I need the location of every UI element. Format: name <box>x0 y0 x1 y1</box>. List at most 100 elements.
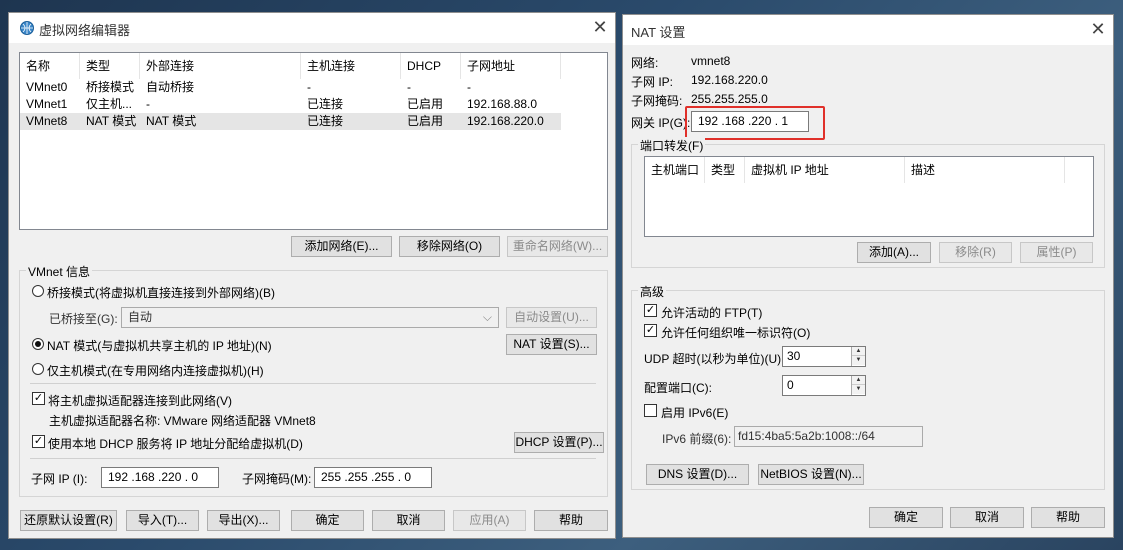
config-port-value: 0 <box>787 378 794 392</box>
config-port-input[interactable]: 0 ▲ ▼ <box>782 375 866 396</box>
cancel-button[interactable]: 取消 <box>950 507 1024 528</box>
window-title: 虚拟网络编辑器 <box>39 23 131 38</box>
table-row[interactable]: VMnet0 桥接模式 自动桥接 - - - <box>20 79 561 96</box>
cell-dhcp: 已启用 <box>407 97 444 111</box>
ipv6-prefix-input[interactable]: fd15:4ba5:5a2b:1008::/64 <box>734 426 923 447</box>
spin-up-icon[interactable]: ▲ <box>852 376 865 385</box>
column-header-name[interactable]: 名称 <box>20 53 80 79</box>
auto-settings-button[interactable]: 自动设置(U)... <box>506 307 597 328</box>
port-forwarding-group: 端口转发(F) 主机端口 类型 虚拟机 IP 地址 描述 添加(A)... 移除… <box>631 137 1105 268</box>
remove-port-button[interactable]: 移除(R) <box>939 242 1012 263</box>
column-header-vm-ip[interactable]: 虚拟机 IP 地址 <box>745 157 905 183</box>
network-label: 网络: <box>631 56 659 70</box>
table-header: 主机端口 类型 虚拟机 IP 地址 描述 <box>645 157 1093 183</box>
cell-external: 自动桥接 <box>146 80 195 94</box>
chevron-down-icon: ⌵ <box>482 310 492 324</box>
gateway-ip-label: 网关 IP(G): <box>631 116 691 130</box>
subnet-mask-input[interactable]: 255 .255 .255 . 0 <box>314 467 432 488</box>
subnet-mask-value: 255.255.255.0 <box>691 92 768 106</box>
port-forwarding-table[interactable]: 主机端口 类型 虚拟机 IP 地址 描述 <box>644 156 1094 237</box>
cancel-button[interactable]: 取消 <box>372 510 445 531</box>
subnet-ip-input[interactable]: 192 .168 .220 . 0 <box>101 467 219 488</box>
nat-mode-label[interactable]: NAT 模式(与虚拟机共享主机的 IP 地址)(N) <box>47 337 272 354</box>
any-oui-label[interactable]: 允许任何组织唯一标识符(O) <box>661 324 810 341</box>
remove-network-button[interactable]: 移除网络(O) <box>399 236 500 257</box>
dhcp-label[interactable]: 使用本地 DHCP 服务将 IP 地址分配给虚拟机(D) <box>48 435 303 452</box>
config-port-label: 配置端口(C): <box>644 381 712 395</box>
column-header-type[interactable]: 类型 <box>705 157 745 183</box>
table-row[interactable]: VMnet1 仅主机... - 已连接 已启用 192.168.88.0 <box>20 96 561 113</box>
connect-adapter-checkbox[interactable]: ✓ <box>32 392 45 405</box>
bridged-mode-label[interactable]: 桥接模式(将虚拟机直接连接到外部网络)(B) <box>47 284 275 301</box>
subnet-ip-label: 子网 IP (I): <box>31 472 88 486</box>
restore-defaults-button[interactable]: 还原默认设置(R) <box>20 510 117 531</box>
udp-timeout-label: UDP 超时(以秒为单位)(U): <box>644 352 785 366</box>
port-forwarding-title: 端口转发(F) <box>638 137 706 154</box>
udp-timeout-input[interactable]: 30 ▲ ▼ <box>782 346 866 367</box>
close-icon[interactable]: ✕ <box>587 15 613 39</box>
export-button[interactable]: 导出(X)... <box>207 510 280 531</box>
column-header-subnet[interactable]: 子网地址 <box>461 53 561 79</box>
spin-down-icon[interactable]: ▼ <box>852 356 865 365</box>
help-button[interactable]: 帮助 <box>534 510 608 531</box>
cell-dhcp: - <box>407 80 411 94</box>
cell-external: - <box>146 97 150 111</box>
gateway-highlight-box <box>685 106 825 140</box>
add-port-button[interactable]: 添加(A)... <box>857 242 931 263</box>
ok-button[interactable]: 确定 <box>291 510 364 531</box>
subnet-mask-label: 子网掩码: <box>631 94 683 108</box>
column-header-type[interactable]: 类型 <box>80 53 140 79</box>
column-header-host-port[interactable]: 主机端口 <box>645 157 705 183</box>
subnet-mask-label: 子网掩码(M): <box>242 472 312 486</box>
cell-name: VMnet1 <box>26 97 68 111</box>
import-button[interactable]: 导入(T)... <box>126 510 199 531</box>
title-bar[interactable]: NAT 设置 ✕ <box>623 15 1113 45</box>
enable-ipv6-label[interactable]: 启用 IPv6(E) <box>661 404 728 421</box>
nat-settings-button[interactable]: NAT 设置(S)... <box>506 334 597 355</box>
bridged-mode-radio[interactable] <box>32 285 44 297</box>
cell-subnet: - <box>467 80 471 94</box>
bridged-to-label: 已桥接至(G): <box>49 312 118 326</box>
bridged-to-value: 自动 <box>128 310 153 324</box>
table-header: 名称 类型 外部连接 主机连接 DHCP 子网地址 <box>20 53 607 79</box>
connect-adapter-label[interactable]: 将主机虚拟适配器连接到此网络(V) <box>48 392 232 409</box>
column-header-description[interactable]: 描述 <box>905 157 1065 183</box>
ok-button[interactable]: 确定 <box>869 507 943 528</box>
cell-type: 仅主机... <box>86 97 133 111</box>
host-only-radio[interactable] <box>32 363 44 375</box>
rename-network-button[interactable]: 重命名网络(W)... <box>507 236 608 257</box>
apply-button[interactable]: 应用(A) <box>453 510 526 531</box>
column-header-dhcp[interactable]: DHCP <box>401 53 461 79</box>
cell-name: VMnet8 <box>26 114 68 128</box>
column-header-external[interactable]: 外部连接 <box>140 53 301 79</box>
cell-type: 桥接模式 <box>86 80 135 94</box>
port-properties-button[interactable]: 属性(P) <box>1020 242 1093 263</box>
active-ftp-label[interactable]: 允许活动的 FTP(T) <box>661 304 762 321</box>
netbios-settings-button[interactable]: NetBIOS 设置(N)... <box>758 464 864 485</box>
title-bar[interactable]: 虚拟网络编辑器 ✕ <box>9 13 615 43</box>
nat-mode-radio[interactable] <box>32 338 44 350</box>
spin-down-icon[interactable]: ▼ <box>852 385 865 394</box>
window-title: NAT 设置 <box>631 25 686 40</box>
config-port-stepper[interactable]: ▲ ▼ <box>851 376 865 395</box>
bridged-to-select[interactable]: 自动 ⌵ <box>121 307 499 328</box>
host-only-label[interactable]: 仅主机模式(在专用网络内连接虚拟机)(H) <box>47 362 264 379</box>
add-network-button[interactable]: 添加网络(E)... <box>291 236 392 257</box>
network-table[interactable]: 名称 类型 外部连接 主机连接 DHCP 子网地址 VMnet0 桥接模式 自动… <box>19 52 608 230</box>
table-row-selected[interactable]: VMnet8 NAT 模式 NAT 模式 已连接 已启用 192.168.220… <box>20 113 561 130</box>
dhcp-checkbox[interactable]: ✓ <box>32 435 45 448</box>
help-button[interactable]: 帮助 <box>1031 507 1105 528</box>
divider <box>30 458 596 459</box>
udp-timeout-stepper[interactable]: ▲ ▼ <box>851 347 865 366</box>
dns-settings-button[interactable]: DNS 设置(D)... <box>646 464 749 485</box>
cell-external: NAT 模式 <box>146 114 197 128</box>
close-icon[interactable]: ✕ <box>1085 17 1111 41</box>
column-header-host[interactable]: 主机连接 <box>301 53 401 79</box>
cell-dhcp: 已启用 <box>407 114 444 128</box>
dhcp-settings-button[interactable]: DHCP 设置(P)... <box>514 432 604 453</box>
active-ftp-checkbox[interactable]: ✓ <box>644 304 657 317</box>
spin-up-icon[interactable]: ▲ <box>852 347 865 356</box>
enable-ipv6-checkbox[interactable] <box>644 404 657 417</box>
any-oui-checkbox[interactable]: ✓ <box>644 324 657 337</box>
divider <box>30 383 596 384</box>
